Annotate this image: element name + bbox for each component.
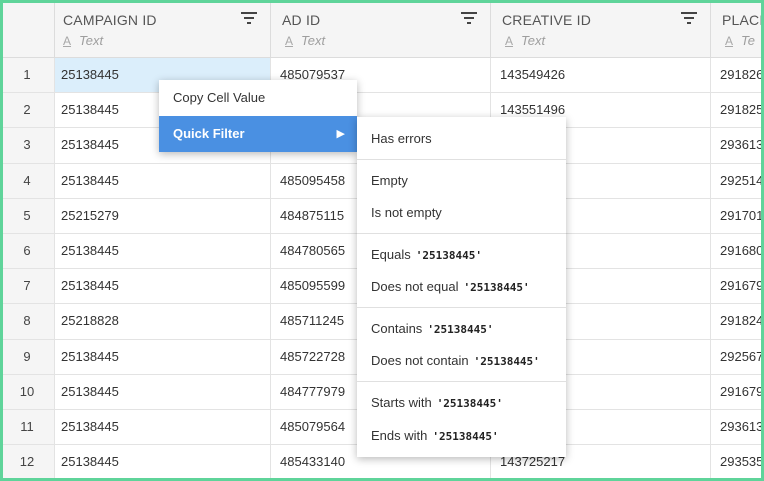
menu-item-label: Empty (371, 173, 408, 188)
cell-campaign-id[interactable]: 25138445 (55, 163, 271, 198)
empty-item[interactable]: Empty (371, 173, 408, 188)
does-not-contain-item[interactable]: Does not contain '25138445' (371, 353, 540, 368)
row-number: 6 (0, 233, 55, 269)
cell-campaign-id[interactable]: 25138445 (55, 374, 271, 409)
equals-item[interactable]: Equals '25138445' (371, 247, 482, 262)
row-number: 5 (0, 198, 55, 233)
cell-placement-id[interactable]: 291826 (711, 58, 764, 92)
cell-campaign-id[interactable]: 25218828 (55, 304, 271, 339)
table-row: 1 25138445 485079537 143549426 291826 (0, 58, 764, 94)
row-number: 2 (0, 93, 55, 128)
column-title: AD ID (282, 12, 321, 28)
menu-divider (357, 307, 566, 308)
filter-value: '25138445' (473, 355, 540, 368)
column-type: A Text (505, 33, 545, 48)
column-title: PLACI (722, 12, 764, 28)
cell-placement-id[interactable]: 292567 (711, 340, 764, 374)
filter-value: '25138445' (415, 249, 482, 262)
column-header-campaign-id[interactable]: CAMPAIGN ID A Text (55, 0, 271, 57)
column-header-placement-id[interactable]: PLACI A Te (711, 0, 764, 57)
cell-placement-id[interactable]: 291680 (711, 234, 764, 268)
quick-filter-submenu: Has errors Empty Is not empty Equals '251… (357, 117, 566, 457)
filter-value: '25138445' (427, 323, 494, 336)
menu-item-label: Ends with (371, 428, 428, 443)
cell-placement-id[interactable]: 291679 (711, 375, 764, 409)
column-type: A Text (285, 33, 325, 48)
cell-placement-id[interactable]: 293535 (711, 445, 764, 479)
column-header-ad-id[interactable]: AD ID A Text (271, 0, 491, 57)
row-number: 7 (0, 269, 55, 304)
column-type-label: Text (521, 33, 546, 48)
starts-with-item[interactable]: Starts with '25138445' (371, 395, 503, 410)
column-type-label: Text (301, 33, 326, 48)
menu-item-label: Is not empty (371, 205, 442, 220)
column-title: CAMPAIGN ID (63, 12, 157, 28)
does-not-equal-item[interactable]: Does not equal '25138445' (371, 279, 530, 294)
menu-item-label: Copy Cell Value (173, 90, 266, 105)
row-number: 9 (0, 339, 55, 374)
menu-divider (357, 159, 566, 160)
cell-campaign-id[interactable]: 25138445 (55, 269, 271, 304)
is-not-empty-item[interactable]: Is not empty (371, 205, 442, 220)
cell-campaign-id[interactable]: 25138445 (55, 339, 271, 374)
cell-placement-id[interactable]: 291825 (711, 93, 764, 127)
row-number: 1 (0, 58, 55, 93)
filter-value: '25138445' (432, 430, 499, 443)
filter-value: '25138445' (436, 397, 503, 410)
filter-icon[interactable] (461, 12, 477, 26)
menu-item-label: Does not contain (371, 353, 469, 368)
text-type-icon: A (505, 34, 514, 48)
text-type-icon: A (285, 34, 294, 48)
text-type-icon: A (63, 34, 72, 48)
column-type-label: Text (79, 33, 104, 48)
cell-context-menu: Copy Cell Value Quick Filter ▶ (159, 80, 357, 152)
cell-campaign-id[interactable]: 25215279 (55, 198, 271, 233)
menu-item-label: Does not equal (371, 279, 459, 294)
cell-placement-id[interactable]: 292514 (711, 164, 764, 198)
filter-icon[interactable] (241, 12, 257, 26)
row-number: 8 (0, 304, 55, 339)
menu-item-label: Starts with (371, 395, 432, 410)
menu-item-label: Has errors (371, 131, 432, 146)
cell-placement-id[interactable]: 291701 (711, 199, 764, 233)
menu-divider (357, 233, 566, 234)
row-number: 11 (0, 409, 55, 445)
cell-campaign-id[interactable]: 25138445 (55, 409, 271, 445)
menu-item-label: Equals (371, 247, 411, 262)
filter-icon[interactable] (681, 12, 697, 26)
row-number-header (0, 0, 55, 57)
menu-divider (357, 381, 566, 382)
cell-placement-id[interactable]: 291679 (711, 269, 764, 303)
quick-filter-item[interactable]: Quick Filter ▶ (159, 116, 357, 152)
row-number: 4 (0, 163, 55, 198)
filter-value: '25138445' (463, 281, 530, 294)
row-number: 10 (0, 374, 55, 409)
contains-item[interactable]: Contains '25138445' (371, 321, 494, 336)
column-type-label: Te (741, 33, 755, 48)
column-type: A Te (725, 33, 755, 48)
column-title: CREATIVE ID (502, 12, 592, 28)
row-number: 3 (0, 128, 55, 163)
submenu-arrow-icon: ▶ (336, 128, 345, 140)
row-number: 12 (0, 445, 55, 480)
column-type: A Text (63, 33, 103, 48)
has-errors-item[interactable]: Has errors (371, 131, 432, 146)
header-row: CAMPAIGN ID A Text AD ID A Text CREATIVE I… (0, 0, 764, 58)
text-type-icon: A (725, 34, 734, 48)
cell-creative-id[interactable]: 143549426 (491, 58, 711, 93)
ends-with-item[interactable]: Ends with '25138445' (371, 428, 499, 443)
cell-campaign-id[interactable]: 25138445 (55, 445, 271, 480)
menu-item-label: Quick Filter (173, 126, 245, 141)
copy-cell-value-item[interactable]: Copy Cell Value (159, 80, 357, 116)
cell-campaign-id[interactable]: 25138445 (55, 233, 271, 269)
cell-placement-id[interactable]: 291824 (711, 304, 764, 338)
menu-item-label: Contains (371, 321, 423, 336)
column-header-creative-id[interactable]: CREATIVE ID A Text (491, 0, 711, 57)
cell-placement-id[interactable]: 293613 (711, 128, 764, 162)
cell-placement-id[interactable]: 293613 (711, 410, 764, 444)
